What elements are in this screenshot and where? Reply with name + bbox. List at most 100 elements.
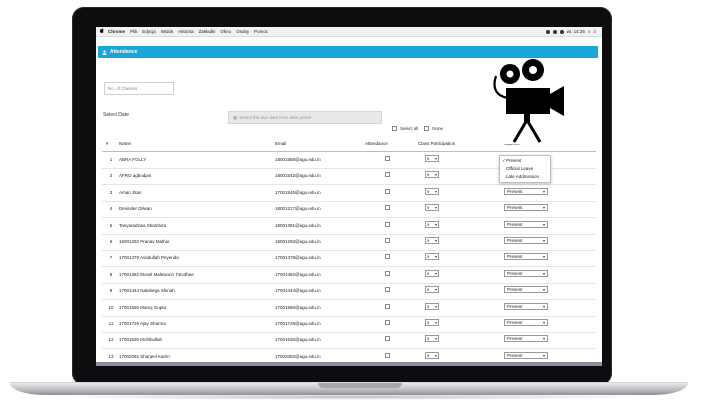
classes-count-placeholder: No. of Classes (108, 86, 138, 91)
table-row: 6 16001292 Pranav Mathur 16001292@agu.edu.… (102, 234, 596, 251)
wifi-icon[interactable] (552, 29, 557, 34)
clock[interactable]: wt. 14:26 (567, 29, 585, 34)
select-all-checkbox[interactable] (392, 126, 397, 131)
table-row: 10 17001560 Manoj Gupta 17001560@agu.edu.i… (102, 300, 596, 317)
menu-osoby[interactable]: Osoby (236, 29, 249, 34)
attendance-checkbox[interactable] (385, 221, 390, 227)
col-num[interactable]: # (106, 141, 109, 146)
participation-value: 5 (427, 205, 430, 211)
menu-pomoc[interactable]: Pomoc (254, 29, 268, 34)
participation-select[interactable]: 5 ▾ (425, 335, 439, 343)
student-email: 18001542@agu.edu.in (275, 173, 321, 179)
participation-select[interactable]: 5 ▾ (425, 220, 439, 228)
row-number: 11 (108, 321, 114, 326)
participation-select[interactable]: 5 ▾ (425, 253, 439, 261)
participation-select[interactable]: 5 ▾ (425, 286, 439, 294)
menu-plik[interactable]: Plik (130, 29, 137, 34)
table-row: 5 Tanyaradzwa Shambira 18001381@agu.edu.in… (102, 218, 596, 235)
participation-select[interactable]: 5 ▾ (425, 351, 439, 359)
col-attendance[interactable]: Attendance (365, 141, 388, 146)
status-select[interactable]: Present ▾ (504, 253, 548, 261)
menu-widok[interactable]: Widok (161, 29, 174, 34)
apple-icon[interactable] (99, 28, 104, 35)
attendance-checkbox[interactable] (385, 352, 390, 358)
chevron-down-icon: ▾ (542, 188, 545, 194)
status-select[interactable]: Present ▾ (504, 335, 548, 343)
participation-select[interactable]: 5 ▾ (425, 319, 439, 326)
status-select[interactable]: Present ▾ (504, 351, 548, 359)
attendance-checkbox[interactable] (385, 238, 390, 243)
participation-select[interactable]: 5 ▾ (425, 155, 439, 162)
dropdown-option-late-admission[interactable]: Late Addmission (506, 174, 539, 179)
student-name: Aman Jitan (119, 189, 142, 195)
table-row: 8 17001362 Mosel Malewono Timothee 1700136… (102, 267, 596, 284)
status-cell: Present ▾ (504, 302, 548, 310)
participation-cell: 5 ▾ (425, 335, 439, 343)
status-select[interactable]: Present ▾ (504, 220, 548, 228)
attendance-checkbox[interactable] (385, 270, 390, 276)
classes-count-input[interactable]: No. of Classes (104, 82, 174, 95)
chevron-down-icon: ▾ (542, 221, 545, 227)
attendance-checkbox[interactable] (385, 172, 390, 178)
attendance-checkbox[interactable] (385, 303, 390, 309)
chevron-down-icon: ▾ (542, 352, 545, 358)
chevron-down-icon: ▾ (434, 270, 437, 276)
participation-cell: 5 ▾ (425, 155, 439, 162)
status-select[interactable]: Present ▾ (504, 237, 548, 244)
chevron-down-icon: ▾ (542, 287, 545, 293)
table-row: 3 Aman Jitan 17001545@agu.edu.in 5 ▾ Present ▾ (102, 185, 596, 202)
chevron-down-icon: ▾ (434, 172, 437, 178)
menu-list-icon[interactable]: ≡ (593, 29, 596, 34)
participation-select[interactable]: 5 ▾ (425, 171, 439, 179)
chevron-down-icon: ▾ (542, 336, 545, 342)
attendance-checkbox-cell (385, 303, 390, 310)
status-select[interactable]: Present ▾ (504, 286, 548, 294)
status-select[interactable]: Present ▾ (504, 302, 548, 310)
attendance-checkbox-cell (385, 254, 390, 260)
battery-icon[interactable] (559, 29, 564, 34)
menu-chrome[interactable]: Chrome (108, 29, 125, 34)
participation-cell: 5 ▾ (425, 187, 439, 195)
menu-edycja[interactable]: Edycja (142, 29, 156, 34)
col-name[interactable]: Name (119, 141, 131, 146)
attendance-checkbox[interactable] (385, 205, 390, 211)
attendance-checkbox[interactable] (385, 336, 390, 342)
row-number: 9 (109, 288, 113, 294)
status-value: Present (507, 188, 523, 194)
dropdown-option-present[interactable]: Present (506, 158, 522, 163)
status-select[interactable]: Present ▾ (504, 204, 548, 212)
participation-select[interactable]: 5 ▾ (425, 204, 439, 212)
status-dropdown-menu: ✓ Present Official Leave Late Addmission (499, 155, 551, 183)
menu-zakladki[interactable]: Zakładki (199, 29, 216, 34)
date-picker-input[interactable]: ▦ Select the due date from date picker (228, 111, 382, 124)
student-name: 17001630 Mohibullah (119, 337, 163, 343)
participation-select[interactable]: 5 ▾ (425, 302, 439, 310)
menu-okno[interactable]: Okno (220, 29, 231, 34)
chevron-down-icon: ▾ (434, 336, 437, 342)
status-select[interactable]: Present ▾ (504, 319, 548, 326)
none-checkbox[interactable] (424, 126, 430, 131)
table-row: 11 17001729 Ajay Sharma 17001729@agu.edu.i… (102, 316, 596, 333)
attendance-checkbox[interactable] (385, 156, 390, 161)
col-participation[interactable]: Class Participation (418, 141, 455, 146)
attendance-checkbox[interactable] (385, 188, 390, 194)
menu-historia[interactable]: Historia (178, 29, 193, 34)
search-icon[interactable]: ⌕ (588, 29, 591, 34)
col-email[interactable]: Email (275, 141, 286, 146)
status-icon[interactable] (545, 29, 550, 34)
participation-select[interactable]: 5 ▾ (425, 187, 439, 195)
attendance-checkbox-cell (385, 270, 390, 277)
attendance-checkbox-cell (385, 221, 390, 228)
attendance-checkbox[interactable] (385, 320, 390, 325)
attendance-checkbox[interactable] (385, 287, 390, 293)
dropdown-option-official-leave[interactable]: Official Leave (506, 166, 533, 171)
row-number: 6 (109, 239, 113, 244)
attendance-checkbox[interactable] (385, 254, 390, 260)
user-icon (102, 49, 107, 55)
status-select[interactable]: Present ▾ (504, 187, 548, 195)
participation-select[interactable]: 5 ▾ (425, 269, 439, 277)
participation-select[interactable]: 5 ▾ (425, 237, 439, 244)
student-name: 17001729 Ajay Sharma (119, 321, 166, 326)
status-select[interactable]: Present ▾ (504, 269, 548, 277)
participation-cell: 5 ▾ (425, 171, 439, 179)
